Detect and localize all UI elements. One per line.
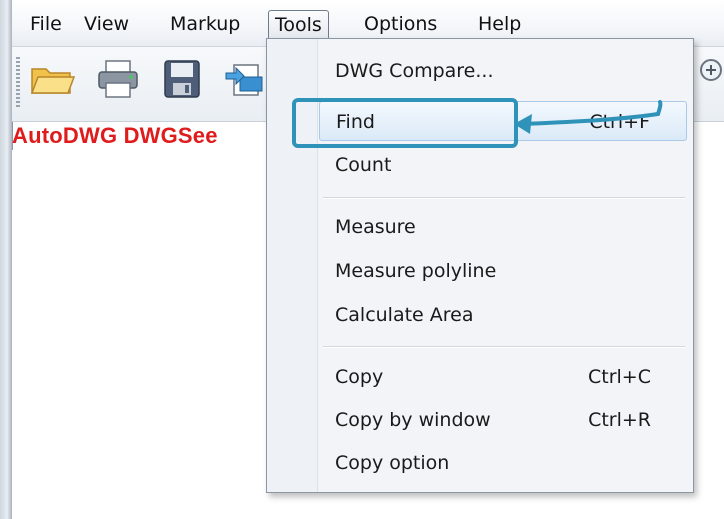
menu-item-dwg-compare[interactable]: DWG Compare... <box>319 51 687 91</box>
menu-file[interactable]: File <box>24 10 68 40</box>
open-folder-icon[interactable] <box>28 55 76 103</box>
menu-item-copy[interactable]: Copy Ctrl+C <box>319 357 687 397</box>
menu-help[interactable]: Help <box>472 10 527 40</box>
menu-item-label: Copy option <box>335 452 450 474</box>
menu-item-label: Measure polyline <box>335 260 497 282</box>
document-title: AutoDWG DWGSee <box>12 123 218 148</box>
menu-item-label: Copy <box>335 366 384 388</box>
toolbar-grip[interactable] <box>16 57 20 107</box>
callout-arrow-icon <box>514 100 663 134</box>
menu-options[interactable]: Options <box>358 10 443 40</box>
dwgsee-window: File View Markup Tools Options Help Auto… <box>0 0 724 519</box>
menu-view[interactable]: View <box>78 10 135 40</box>
menu-item-label: DWG Compare... <box>335 60 494 82</box>
menu-separator <box>323 197 685 199</box>
menu-item-copy-option[interactable]: Copy option <box>319 443 687 483</box>
export-icon[interactable] <box>220 55 268 103</box>
save-icon[interactable] <box>158 55 206 103</box>
menu-item-label: Measure <box>335 216 416 238</box>
menu-item-shortcut: Ctrl+C <box>588 366 651 388</box>
menu-item-label: Calculate Area <box>335 304 474 326</box>
menu-item-label: Copy by window <box>335 409 491 431</box>
menu-item-shortcut: Ctrl+R <box>588 409 651 431</box>
menu-item-measure-polyline[interactable]: Measure polyline <box>319 251 687 291</box>
find-highlight-callout <box>292 98 518 148</box>
menu-markup[interactable]: Markup <box>164 10 246 40</box>
menu-item-measure[interactable]: Measure <box>319 207 687 247</box>
menu-separator <box>323 346 685 348</box>
menu-item-count[interactable]: Count <box>319 145 687 185</box>
menu-item-copy-by-window[interactable]: Copy by window Ctrl+R <box>319 400 687 440</box>
zoom-in-icon[interactable] <box>698 57 724 97</box>
print-icon[interactable] <box>94 55 142 103</box>
menu-tools[interactable]: Tools <box>268 10 329 40</box>
menu-item-label: Count <box>335 154 392 176</box>
menu-item-calculate-area[interactable]: Calculate Area <box>319 295 687 335</box>
